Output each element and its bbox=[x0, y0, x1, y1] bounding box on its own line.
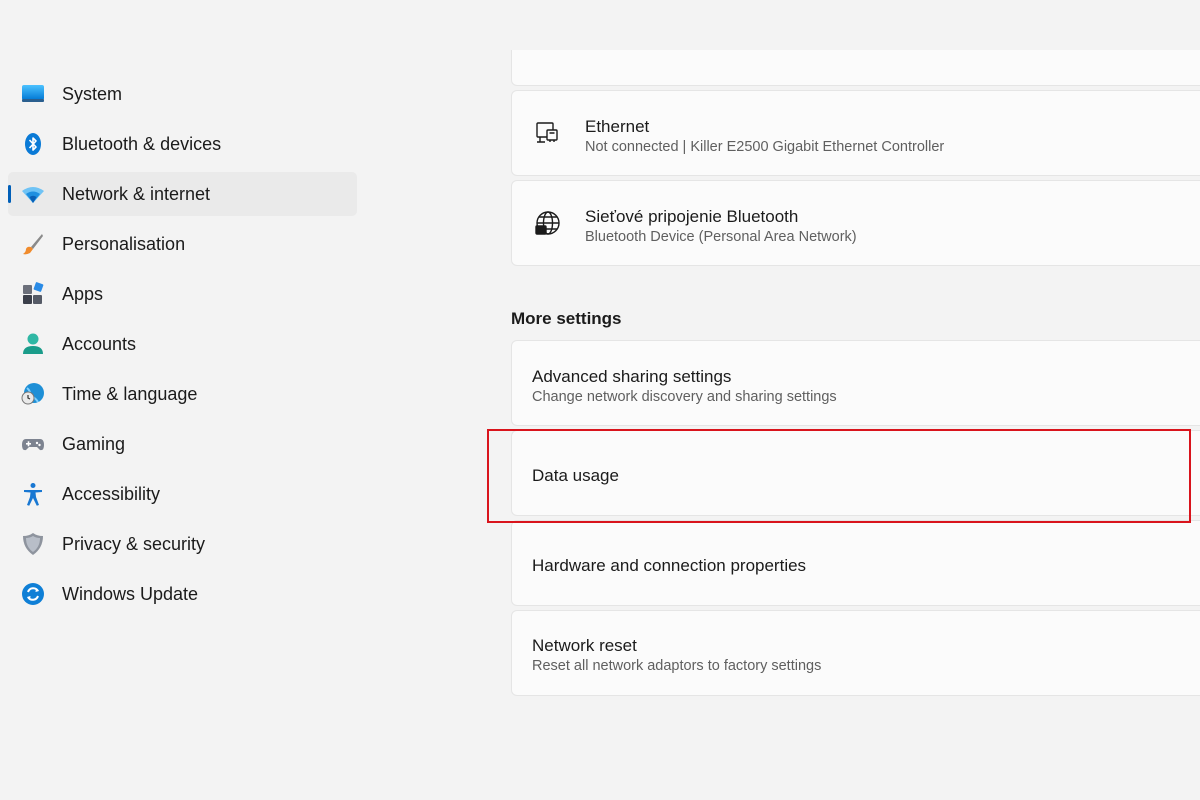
network-settings-content: Ethernet Not connected | Killer E2500 Gi… bbox=[511, 0, 1200, 800]
network-globe-icon bbox=[534, 210, 562, 238]
card-subtitle: Reset all network adaptors to factory se… bbox=[532, 658, 822, 674]
hardware-connection-properties-card[interactable]: Hardware and connection properties bbox=[511, 520, 1200, 606]
network-reset-card[interactable]: Network reset Reset all network adaptors… bbox=[511, 610, 1200, 696]
shield-icon bbox=[20, 531, 46, 557]
sidebar-item-label: Bluetooth & devices bbox=[62, 133, 222, 154]
bluetooth-icon bbox=[20, 131, 46, 157]
sidebar-item-time-language[interactable]: Time & language bbox=[8, 372, 357, 416]
card-title: Ethernet bbox=[585, 117, 650, 136]
bluetooth-network-card[interactable]: Sieťové pripojenie Bluetooth Bluetooth D… bbox=[511, 180, 1200, 266]
settings-window: System Bluetooth & devices Network & int… bbox=[0, 0, 1200, 800]
monitor-icon bbox=[20, 81, 46, 107]
globe-clock-icon bbox=[20, 381, 46, 407]
update-icon bbox=[20, 581, 46, 607]
sidebar-item-bluetooth[interactable]: Bluetooth & devices bbox=[8, 122, 357, 166]
wifi-icon bbox=[20, 181, 46, 207]
sidebar-item-label: Accessibility bbox=[62, 483, 161, 504]
previous-card-bottom bbox=[511, 50, 1200, 86]
sidebar-item-personalisation[interactable]: Personalisation bbox=[8, 222, 357, 266]
sidebar-item-privacy-security[interactable]: Privacy & security bbox=[8, 522, 357, 566]
ethernet-card[interactable]: Ethernet Not connected | Killer E2500 Gi… bbox=[511, 90, 1200, 176]
gamepad-icon bbox=[20, 431, 46, 457]
apps-icon bbox=[20, 281, 46, 307]
sidebar-item-label: Time & language bbox=[62, 383, 198, 404]
sidebar-item-label: Windows Update bbox=[62, 583, 199, 604]
sidebar-item-label: Network & internet bbox=[62, 183, 211, 204]
sidebar-item-accessibility[interactable]: Accessibility bbox=[8, 472, 357, 516]
sidebar-item-accounts[interactable]: Accounts bbox=[8, 322, 357, 366]
sidebar-item-label: Apps bbox=[62, 283, 104, 304]
card-title: Network reset bbox=[532, 636, 637, 655]
card-subtitle: Change network discovery and sharing set… bbox=[532, 389, 837, 405]
sidebar-item-windows-update[interactable]: Windows Update bbox=[8, 572, 357, 616]
sidebar-item-label: System bbox=[62, 83, 123, 104]
section-heading-more-settings: More settings bbox=[511, 309, 622, 328]
sidebar-item-label: Privacy & security bbox=[62, 533, 206, 554]
ethernet-icon bbox=[534, 120, 562, 148]
card-subtitle: Not connected | Killer E2500 Gigabit Eth… bbox=[585, 139, 945, 155]
card-title: Hardware and connection properties bbox=[532, 556, 807, 575]
sidebar-item-system[interactable]: System bbox=[8, 72, 357, 116]
accessibility-icon bbox=[20, 481, 46, 507]
sidebar-item-network[interactable]: Network & internet bbox=[8, 172, 357, 216]
card-subtitle: Bluetooth Device (Personal Area Network) bbox=[585, 229, 857, 245]
data-usage-card[interactable]: Data usage bbox=[511, 430, 1200, 516]
advanced-sharing-settings-card[interactable]: Advanced sharing settings Change network… bbox=[511, 340, 1200, 426]
sidebar-item-gaming[interactable]: Gaming bbox=[8, 422, 357, 466]
card-title: Sieťové pripojenie Bluetooth bbox=[585, 207, 799, 226]
sidebar-item-label: Gaming bbox=[62, 433, 126, 454]
card-title: Data usage bbox=[532, 466, 619, 485]
card-title: Advanced sharing settings bbox=[532, 367, 732, 386]
sidebar-item-label: Personalisation bbox=[62, 233, 186, 254]
brush-icon bbox=[20, 231, 46, 257]
person-icon bbox=[20, 331, 46, 357]
sidebar-nav: System Bluetooth & devices Network & int… bbox=[0, 72, 360, 622]
sidebar-item-label: Accounts bbox=[62, 333, 137, 354]
sidebar-item-apps[interactable]: Apps bbox=[8, 272, 357, 316]
